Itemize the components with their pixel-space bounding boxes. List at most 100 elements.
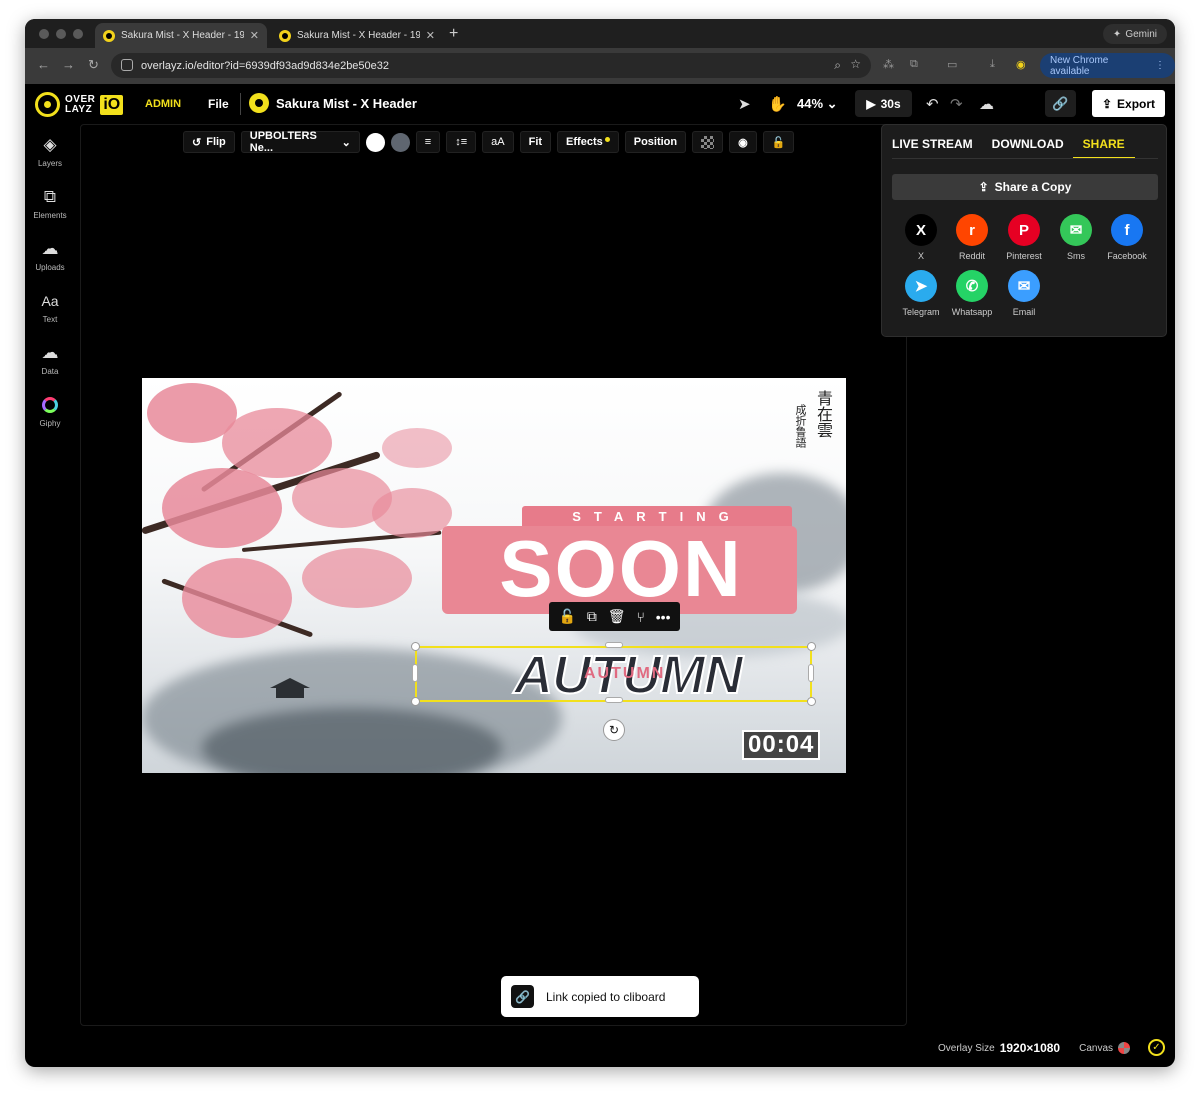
overlayz-favicon: [103, 29, 115, 42]
rotate-handle-icon[interactable]: ↻: [603, 719, 625, 741]
sidebar-item-data[interactable]: ☁ Data: [25, 342, 75, 376]
align-left-button[interactable]: ≡: [415, 131, 441, 153]
browser-tab-1[interactable]: Sakura Mist - X Header - 1920×1080 ✕: [95, 23, 267, 48]
admin-badge: ADMIN: [145, 98, 182, 110]
bookmark-star-icon[interactable]: ☆: [850, 57, 861, 71]
sidebar-item-text[interactable]: Aa Text: [25, 290, 75, 324]
resize-handle[interactable]: [605, 642, 623, 648]
lock-button[interactable]: 🔓: [762, 131, 795, 153]
browser-tab-2[interactable]: Sakura Mist - X Header - 1920×1080 ✕: [271, 23, 443, 48]
tab-download[interactable]: DOWNLOAD: [992, 137, 1064, 159]
transparency-icon: [701, 135, 715, 149]
font-select[interactable]: UPBOLTERS Ne... ⌄: [240, 130, 360, 154]
countdown-timer[interactable]: 00:04: [742, 730, 821, 760]
line-spacing-button[interactable]: ↕≡: [446, 131, 477, 153]
browser-window: Sakura Mist - X Header - 1920×1080 ✕ Sak…: [25, 19, 1175, 1067]
overlayz-logo[interactable]: OVER LAYZ iO: [35, 92, 124, 117]
zoom-icon[interactable]: ⌕: [834, 58, 841, 73]
elements-icon: ⧉: [43, 187, 57, 206]
zoom-dropdown[interactable]: 44% ⌄: [797, 96, 838, 112]
copy-link-button[interactable]: 🔗: [1045, 90, 1076, 117]
eye-icon: ◉: [738, 136, 748, 149]
share-email[interactable]: ✉ Email: [998, 270, 1050, 317]
fill-color-swatch[interactable]: [365, 132, 385, 152]
sidebar-item-elements[interactable]: ⧉ Elements: [25, 186, 75, 220]
resize-handle[interactable]: [411, 697, 420, 706]
back-icon[interactable]: ←: [37, 57, 50, 72]
share-facebook[interactable]: f Facebook: [1101, 214, 1153, 261]
share-sms[interactable]: ✉ Sms: [1050, 214, 1102, 261]
header-divider: [240, 93, 241, 115]
visibility-button[interactable]: ◉: [729, 131, 757, 153]
document-icon: [249, 93, 269, 113]
flip-icon: ↺: [192, 136, 202, 149]
pointer-tool-icon[interactable]: ➤: [738, 95, 751, 113]
tab-share[interactable]: SHARE: [1072, 137, 1135, 159]
profile-icon[interactable]: ◉: [1016, 58, 1026, 71]
more-icon[interactable]: •••: [656, 609, 671, 625]
effects-button[interactable]: Effects: [557, 131, 619, 153]
forward-icon[interactable]: →: [62, 57, 75, 72]
layers-icon: ◈: [43, 135, 57, 154]
share-pinterest[interactable]: P Pinterest: [998, 214, 1050, 261]
resize-handle[interactable]: [412, 664, 418, 682]
transparency-button[interactable]: [692, 131, 724, 153]
export-button[interactable]: ⇪ Export: [1092, 90, 1165, 117]
text-toolbar: ↺ Flip UPBOLTERS Ne... ⌄ ≡ ↕≡ aA Fit Effec…: [183, 130, 795, 154]
text-case-button[interactable]: aA: [482, 131, 514, 153]
canvas-settings-icon[interactable]: [1118, 1042, 1130, 1054]
resize-handle[interactable]: [807, 642, 816, 651]
chrome-update-button[interactable]: New Chrome available ⋮: [1040, 53, 1175, 78]
unlock-icon[interactable]: 🔓: [558, 608, 575, 625]
cast-icon[interactable]: ▭: [947, 58, 957, 71]
position-button[interactable]: Position: [624, 131, 687, 153]
lock-icon: 🔓: [771, 136, 786, 149]
hand-tool-icon[interactable]: ✋: [768, 95, 787, 113]
puzzle-icon[interactable]: ⧉: [910, 58, 918, 71]
tab-live-stream[interactable]: LIVE STREAM: [892, 137, 973, 159]
tab-divider: [892, 158, 1158, 159]
starting-text[interactable]: STARTING: [522, 509, 792, 524]
resize-handle[interactable]: [411, 642, 420, 651]
line-spacing-icon: ↕≡: [455, 136, 468, 148]
preview-play-button[interactable]: ▶ 30s: [855, 90, 912, 117]
resize-handle[interactable]: [807, 697, 816, 706]
resize-handle[interactable]: [808, 664, 814, 682]
soon-text[interactable]: SOON: [440, 524, 802, 614]
document-title[interactable]: Sakura Mist - X Header: [249, 93, 417, 113]
window-controls[interactable]: [39, 29, 83, 39]
close-tab-icon[interactable]: ✕: [426, 29, 435, 42]
stroke-color-swatch[interactable]: [390, 132, 410, 152]
saved-check-icon[interactable]: ✓: [1148, 1039, 1165, 1056]
branch-icon[interactable]: ⑂: [636, 609, 644, 625]
download-icon[interactable]: ⤓: [990, 58, 995, 71]
artboard[interactable]: 青在雲 成折鲁語 STARTING SOON AUTUMN AUTUMN 00:…: [142, 378, 846, 773]
share-telegram[interactable]: ➤ Telegram: [895, 270, 947, 317]
file-menu[interactable]: File: [208, 97, 229, 111]
new-tab-icon[interactable]: +: [449, 25, 458, 43]
share-copy-button[interactable]: ⇪ Share a Copy: [892, 174, 1158, 200]
trash-icon[interactable]: 🗑: [608, 608, 626, 625]
share-x[interactable]: X X: [895, 214, 947, 261]
sidebar-item-giphy[interactable]: Giphy: [25, 394, 75, 428]
site-info-icon[interactable]: [121, 59, 133, 71]
reload-icon[interactable]: ↻: [88, 57, 99, 73]
selection-box[interactable]: [415, 646, 812, 702]
extension-icon[interactable]: ⁂: [883, 58, 894, 71]
gemini-button[interactable]: ✦ Gemini: [1102, 24, 1167, 44]
cloud-save-icon[interactable]: ☁: [979, 95, 994, 113]
text-icon: Aa: [41, 293, 59, 309]
share-whatsapp[interactable]: ✆ Whatsapp: [946, 270, 998, 317]
duplicate-icon[interactable]: ⧉: [587, 608, 597, 625]
upload-cloud-icon: ☁: [41, 239, 59, 258]
share-reddit[interactable]: r Reddit: [946, 214, 998, 261]
undo-icon[interactable]: ↶: [926, 95, 939, 113]
resize-handle[interactable]: [605, 697, 623, 703]
close-tab-icon[interactable]: ✕: [250, 29, 259, 42]
sidebar-item-uploads[interactable]: ☁ Uploads: [25, 238, 75, 272]
fit-button[interactable]: Fit: [519, 131, 552, 153]
redo-icon[interactable]: ↷: [950, 95, 963, 113]
flip-button[interactable]: ↺ Flip: [183, 131, 235, 153]
sidebar-item-layers[interactable]: ◈ Layers: [25, 134, 75, 168]
url-bar[interactable]: overlayz.io/editor?id=6939df93ad9d834e2b…: [111, 53, 871, 78]
